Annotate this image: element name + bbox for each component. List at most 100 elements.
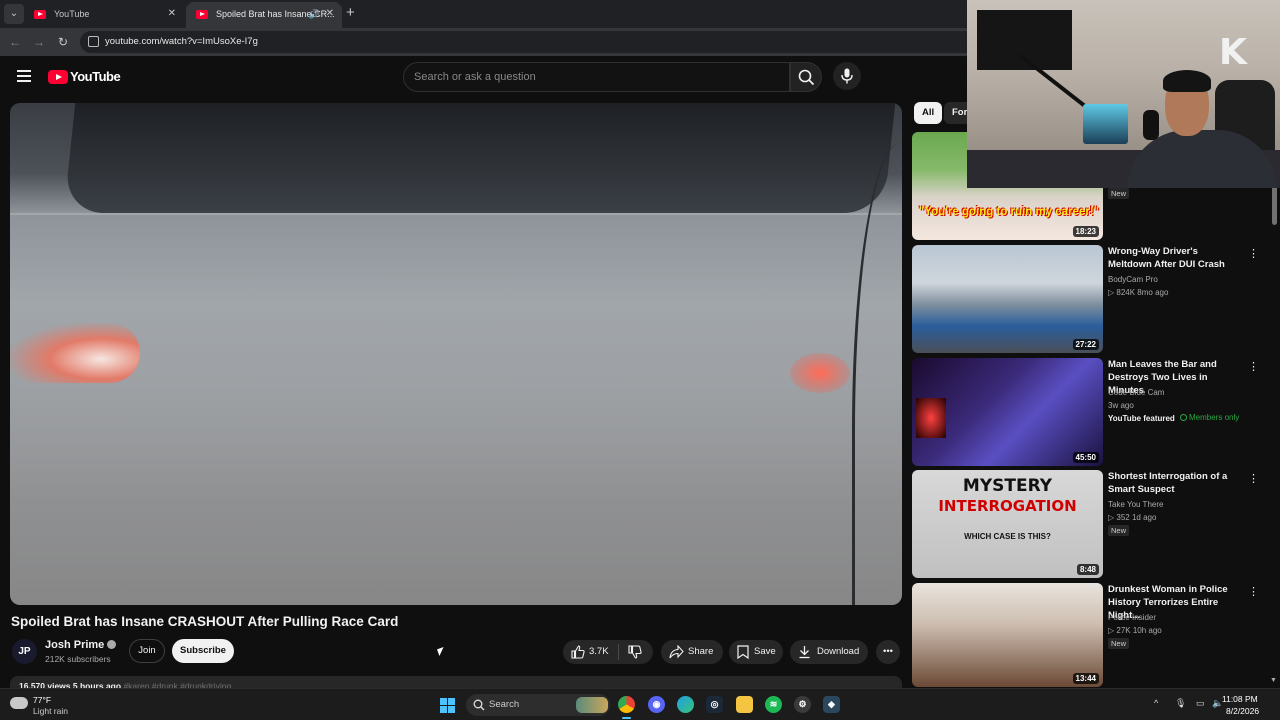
tray-overflow-icon[interactable]: ^ xyxy=(1154,698,1158,708)
more-options-icon[interactable]: ⋮ xyxy=(1248,585,1259,598)
video-frame-detail xyxy=(10,323,140,383)
discord-icon[interactable]: ◉ xyxy=(648,696,665,713)
channel-name-wrap[interactable]: Josh Prime xyxy=(45,639,117,651)
close-tab-icon[interactable]: ✕ xyxy=(168,2,176,26)
search-button[interactable] xyxy=(790,62,822,92)
speaker-icon[interactable]: 🔊 xyxy=(309,2,320,26)
webcam-overlay: K xyxy=(967,0,1280,188)
network-icon[interactable]: ▭ xyxy=(1196,698,1205,709)
download-button[interactable]: Download xyxy=(790,640,868,664)
recommendation-item[interactable]: 27:22 Wrong-Way Driver's Meltdown After … xyxy=(912,245,1272,353)
recommendation-title[interactable]: Shortest Interrogation of a Smart Suspec… xyxy=(1108,470,1243,496)
tab-current-video[interactable]: Spoiled Brat has Insane CR... 🔊 ✕ xyxy=(186,2,342,28)
recommendation-item[interactable]: 13:44 Drunkest Woman in Police History T… xyxy=(912,583,1272,687)
weather-description[interactable]: Light rain xyxy=(33,706,68,716)
scroll-down-icon[interactable]: ▼ xyxy=(1270,677,1277,684)
recommendation-channel[interactable]: Code Blue Cam xyxy=(1108,388,1164,397)
share-label: Share xyxy=(688,646,714,657)
back-icon[interactable]: ← xyxy=(6,33,24,51)
taskbar-search-box[interactable]: Search xyxy=(466,694,610,716)
webcam-detail xyxy=(1163,70,1211,92)
new-badge: New xyxy=(1108,525,1130,536)
join-button[interactable]: Join xyxy=(129,639,165,663)
thumbnail-light xyxy=(916,398,946,438)
download-label: Download xyxy=(817,646,860,657)
more-options-icon[interactable]: ⋮ xyxy=(1248,247,1259,260)
reload-icon[interactable]: ↻ xyxy=(54,33,72,51)
video-title: Spoiled Brat has Insane CRASHOUT After P… xyxy=(11,614,399,629)
save-label: Save xyxy=(754,646,776,657)
microphone-tray-icon[interactable]: 🎙 xyxy=(1175,698,1186,709)
channel-avatar[interactable]: JP xyxy=(12,639,37,664)
subscriber-count: 212K subscribers xyxy=(45,654,111,664)
steam-alt-icon[interactable]: ⚙ xyxy=(794,696,811,713)
dislike-icon[interactable] xyxy=(628,645,642,659)
search-input[interactable]: Search or ask a question xyxy=(403,62,790,92)
recommendation-channel[interactable]: BodyCam Pro xyxy=(1108,275,1158,284)
url-text: youtube.com/watch?v=ImUsoXe-I7g xyxy=(105,36,258,47)
weather-temperature[interactable]: 77°F xyxy=(33,695,51,705)
share-button[interactable]: Share xyxy=(661,640,723,664)
like-icon[interactable] xyxy=(571,645,585,659)
search-icon xyxy=(473,699,485,711)
recommendation-meta: 3w ago xyxy=(1108,401,1134,410)
webcam-detail xyxy=(1143,110,1159,140)
clock-time[interactable]: 11:08 PM xyxy=(1222,694,1258,704)
video-duration: 8:48 xyxy=(1076,564,1099,575)
save-button[interactable]: Save xyxy=(729,640,783,664)
recommendation-title[interactable]: Wrong-Way Driver's Meltdown After DUI Cr… xyxy=(1108,245,1243,271)
youtube-wordmark[interactable]: YouTube xyxy=(70,69,121,84)
verified-icon xyxy=(107,640,117,649)
steam-icon[interactable]: ◎ xyxy=(706,696,723,713)
clock-date[interactable]: 8/2/2026 xyxy=(1226,706,1259,716)
youtube-favicon-icon xyxy=(196,10,208,19)
like-count[interactable]: 3.7K xyxy=(589,640,609,664)
thumbnail-line1: MYSTERY xyxy=(962,476,1053,496)
taskbar-search-label: Search xyxy=(489,699,520,710)
thumbnail-caption: "You're going to ruin my career!" xyxy=(918,206,1100,218)
menu-icon[interactable] xyxy=(17,70,31,82)
weather-cloud-icon[interactable] xyxy=(10,697,28,709)
windows-taskbar: 77°F Light rain Search ◉ ◎ ≋ ⚙ ◆ ^ 🎙 ▭ 🔈… xyxy=(0,688,1280,720)
video-thumbnail[interactable]: 27:22 xyxy=(912,245,1103,353)
recommendation-item[interactable]: 45:50 Man Leaves the Bar and Destroys Tw… xyxy=(912,358,1272,466)
spotify-icon[interactable]: ≋ xyxy=(765,696,782,713)
more-options-icon[interactable]: ⋮ xyxy=(1248,472,1259,485)
featured-label: YouTube featured xyxy=(1108,414,1175,423)
recommendation-channel[interactable]: Take You There xyxy=(1108,500,1163,509)
site-info-icon[interactable] xyxy=(88,36,99,47)
recommendation-channel[interactable]: Police Insider xyxy=(1108,613,1156,622)
steam-app-icon[interactable]: ◆ xyxy=(823,696,840,713)
youtube-logo-icon[interactable] xyxy=(48,70,68,84)
forward-icon[interactable]: → xyxy=(30,33,48,51)
members-only-badge: Members only xyxy=(1180,413,1239,422)
edge-icon[interactable] xyxy=(677,696,694,713)
tab-youtube[interactable]: YouTube ✕ xyxy=(24,2,184,28)
more-actions-button[interactable]: ••• xyxy=(876,640,900,664)
recommendation-item[interactable]: MYSTERY INTERROGATION WHICH CASE IS THIS… xyxy=(912,470,1272,578)
file-explorer-icon[interactable] xyxy=(736,696,753,713)
chrome-icon[interactable] xyxy=(618,696,635,719)
youtube-favicon-icon xyxy=(34,10,46,19)
video-thumbnail[interactable]: 13:44 xyxy=(912,583,1103,687)
video-frame-window xyxy=(63,103,897,213)
video-duration: 45:50 xyxy=(1072,452,1099,463)
close-tab-icon[interactable]: ✕ xyxy=(326,2,334,26)
subscribe-button[interactable]: Subscribe xyxy=(172,639,234,663)
video-duration: 13:44 xyxy=(1072,673,1099,684)
search-placeholder: Search or ask a question xyxy=(414,71,536,83)
chip-all[interactable]: All xyxy=(914,102,943,124)
tab-search-icon[interactable]: ⌄ xyxy=(4,4,24,24)
recommendation-meta: ▷ 352 1d ago xyxy=(1108,513,1157,522)
new-tab-button[interactable]: + xyxy=(346,4,355,22)
more-options-icon[interactable]: ⋮ xyxy=(1248,360,1259,373)
video-thumbnail[interactable]: MYSTERY INTERROGATION WHICH CASE IS THIS… xyxy=(912,470,1103,578)
like-divider xyxy=(618,644,619,660)
channel-name[interactable]: Josh Prime xyxy=(45,639,104,651)
recommendation-meta: ▷ 824K 8mo ago xyxy=(1108,288,1169,297)
voice-search-button[interactable] xyxy=(833,62,861,90)
video-player[interactable] xyxy=(10,103,902,605)
windows-start-icon[interactable] xyxy=(440,698,456,714)
members-icon xyxy=(1180,414,1187,421)
video-thumbnail[interactable]: 45:50 xyxy=(912,358,1103,466)
